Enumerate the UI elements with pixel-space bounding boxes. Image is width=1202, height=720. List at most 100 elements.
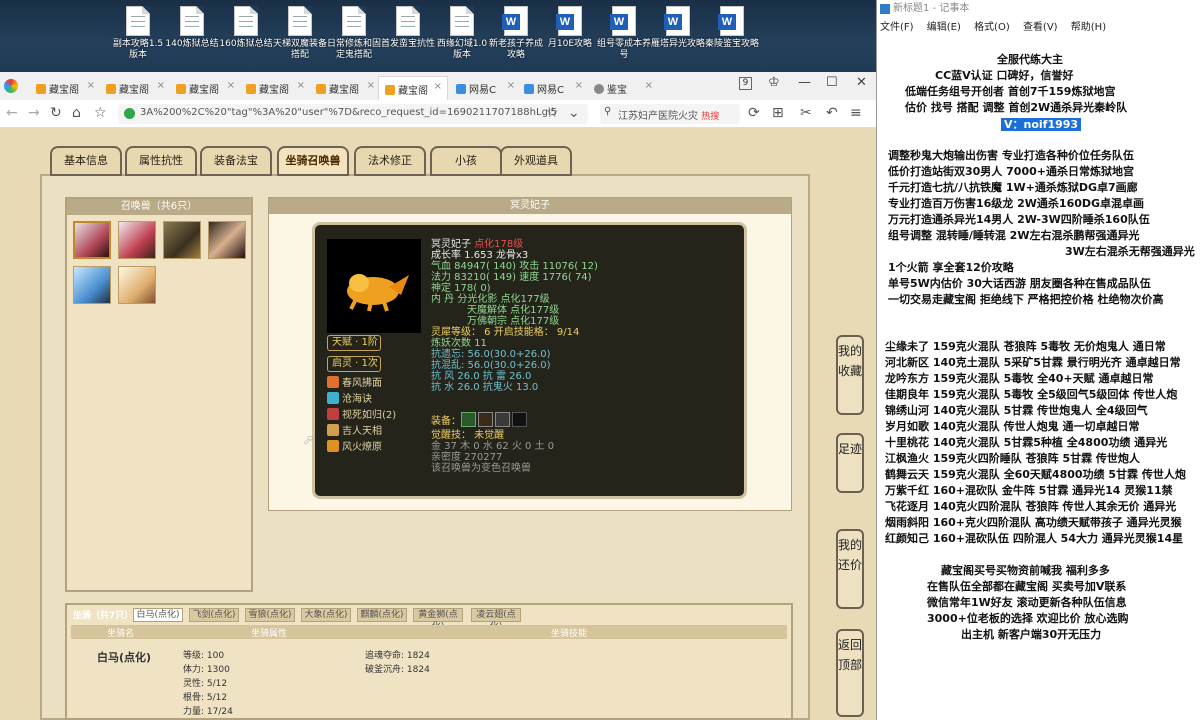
hamburger-menu-icon[interactable]: ≡ [850, 105, 862, 121]
desktop-file-12[interactable]: W 秦陵鉴宝攻略 [705, 6, 759, 50]
browser-tab[interactable]: 藏宝阁 × [100, 76, 170, 100]
desktop-file-9[interactable]: W 月10E攻略 [543, 6, 597, 50]
close-tab-icon[interactable]: × [507, 80, 515, 91]
menu-edit[interactable]: 编辑(E) [927, 22, 961, 33]
undo-icon[interactable]: ↶ [826, 105, 838, 121]
talent-badge[interactable]: 天赋 · 1阶 [327, 335, 381, 351]
text-file-icon [234, 6, 258, 36]
home-icon[interactable]: ⌂ [72, 105, 81, 121]
mount-tab-1[interactable]: 白马(点化) [133, 608, 183, 622]
browser-tab[interactable]: 网易C × [450, 76, 520, 100]
mount-tab-5[interactable]: 麒麟(点化) [357, 608, 407, 622]
close-tab-icon[interactable]: × [575, 80, 583, 91]
browser-tab[interactable]: 网易C × [518, 76, 588, 100]
mount-skill-1: 追魂夺命: 1824 [365, 651, 430, 661]
close-window-icon[interactable]: ✕ [856, 75, 867, 90]
close-tab-icon[interactable]: × [434, 81, 442, 92]
my-favorites-button[interactable]: 我的收藏 [836, 335, 864, 415]
mount-tab-3[interactable]: 雪狼(点化) [245, 608, 295, 622]
summon-slot-1[interactable] [73, 221, 111, 259]
tab-count-badge[interactable]: 9 [739, 77, 752, 90]
summon-slot-3[interactable] [163, 221, 201, 259]
desktop-file-11[interactable]: W 雁塔异光攻略 [651, 6, 705, 50]
desktop-file-3[interactable]: 160炼狱总结 [219, 6, 273, 50]
my-bargain-button[interactable]: 我的还价 [836, 529, 864, 609]
summon-slot-4[interactable] [208, 221, 246, 259]
menu-help[interactable]: 帮助(H) [1071, 22, 1106, 33]
pet-resist-3: 抗 风 26.0 抗 雷 26.0 [431, 371, 532, 382]
mount-tab-6[interactable]: 黄金狮(点化) [413, 608, 463, 632]
browser-tab[interactable]: 藏宝阁 × [30, 76, 100, 100]
browser-tab[interactable]: 鉴宝 × [588, 76, 658, 100]
refresh-cycle-icon[interactable]: ⟳ [748, 105, 760, 121]
desktop-file-6[interactable]: 首发蛮宝抗性 [381, 6, 435, 50]
tab-attributes[interactable]: 属性抗性 [125, 146, 197, 176]
team-listing: 龙吟东方 159克火混队 5毒牧 全40+天赋 通卓越日常 [885, 372, 1154, 385]
menu-view[interactable]: 查看(V) [1023, 22, 1058, 33]
tab-appearance[interactable]: 外观道具 [500, 146, 572, 176]
menu-grid-icon[interactable]: ⊞ [772, 105, 784, 121]
summon-slot-6[interactable] [118, 266, 156, 304]
maximize-icon[interactable]: ☐ [826, 75, 838, 90]
notepad-window: 新标题1 - 记事本 文件(F) 编辑(E) 格式(O) 查看(V) 帮助(H)… [876, 0, 1202, 720]
close-tab-icon[interactable]: × [157, 80, 165, 91]
star-icon[interactable]: ☆ [546, 105, 559, 121]
tab-spell-mod[interactable]: 法术修正 [354, 146, 426, 176]
skill-5[interactable]: 风火燎原 [327, 440, 382, 454]
skill-3[interactable]: 视死如归(2) [327, 408, 396, 422]
desktop-file-7[interactable]: 西缘幻域1.0版本 [435, 6, 489, 61]
back-to-top-button[interactable]: 返回顶部 [836, 629, 864, 717]
skill-4[interactable]: 吉人天相 [327, 424, 382, 438]
close-tab-icon[interactable]: × [645, 80, 653, 91]
summon-slot-2[interactable] [118, 221, 156, 259]
bookmark-icon[interactable]: ☆ [94, 105, 107, 121]
desktop-file-8[interactable]: W 新老孩子养成攻略 [489, 6, 543, 61]
desktop-file-1[interactable]: 副本攻略1.5版本 [111, 6, 165, 61]
browser-logo-icon[interactable] [4, 79, 18, 93]
browser-tab[interactable]: 藏宝阁 × [240, 76, 310, 100]
menu-format[interactable]: 格式(O) [974, 22, 1010, 33]
qiling-badge[interactable]: 启灵 · 1次 [327, 356, 381, 372]
tab-child[interactable]: 小孩 [430, 146, 502, 176]
url-input[interactable]: 3A%200%2C%20"tag"%3A%20"user"%7D&reco_re… [118, 104, 588, 124]
tab-basic-info[interactable]: 基本信息 [50, 146, 122, 176]
search-input[interactable]: ⚲ 江苏妇产医院火灾 热搜 [600, 104, 740, 124]
back-icon[interactable]: ← [6, 105, 18, 121]
skill-2[interactable]: 沧海诀 [327, 392, 372, 406]
scissors-icon[interactable]: ✂ [800, 105, 812, 121]
minimize-icon[interactable]: — [798, 75, 811, 90]
summon-slot-5[interactable] [73, 266, 111, 304]
equip-slot-4[interactable] [512, 412, 527, 427]
close-tab-icon[interactable]: × [367, 80, 375, 91]
equip-slot-3[interactable] [495, 412, 510, 427]
chevron-down-icon[interactable]: ⌄ [568, 105, 580, 121]
skill-wind-fire-icon [327, 440, 339, 452]
equip-slot-1[interactable] [461, 412, 476, 427]
menu-file[interactable]: 文件(F) [880, 22, 914, 33]
reload-icon[interactable]: ↻ [50, 105, 62, 121]
notepad-text-area[interactable]: 全服代练大主 CC蓝V认证 口碑好，信誉好 低端任务组号开创者 首创7千159炼… [877, 38, 1202, 720]
shirt-icon[interactable]: ♔ [768, 75, 780, 90]
close-tab-icon[interactable]: × [227, 80, 235, 91]
mount-tab-2[interactable]: 飞剑(点化) [189, 608, 239, 622]
desktop-file-5[interactable]: 日常修炼和固定鬼搭配 [327, 6, 381, 61]
equip-slot-2[interactable] [478, 412, 493, 427]
close-tab-icon[interactable]: × [297, 80, 305, 91]
browser-tab-bar: 藏宝阁 × 藏宝阁 × 藏宝阁 × 藏宝阁 × 藏宝阁 × 藏宝阁 × 网易C × 网易C × … [0, 72, 876, 100]
footprint-button[interactable]: 足迹 [836, 433, 864, 493]
browser-tab[interactable]: 藏宝阁 × [170, 76, 240, 100]
skill-1[interactable]: 春风拂面 [327, 376, 382, 390]
forward-icon[interactable]: → [28, 105, 40, 121]
desktop-file-10[interactable]: W 组号零成本养号 [597, 6, 651, 61]
browser-tab[interactable]: 藏宝阁 × [310, 76, 380, 100]
close-tab-icon[interactable]: × [87, 80, 95, 91]
mount-tab-7[interactable]: 凌云翅(点化) [471, 608, 521, 632]
desktop-file-2[interactable]: 140炼狱总结 [165, 6, 219, 50]
tab-mount-summon[interactable]: 坐骑召唤兽 [277, 146, 349, 176]
mount-skill-2: 破釜沉舟: 1824 [365, 665, 430, 675]
mount-tab-4[interactable]: 大象(点化) [301, 608, 351, 622]
tab-equipment[interactable]: 装备法宝 [200, 146, 272, 176]
pet-mp-speed: 法力 83210( 149) 速度 1776( 74) [431, 272, 592, 283]
browser-tab-active[interactable]: 藏宝阁 × [378, 76, 448, 100]
desktop-file-4[interactable]: 天梯双魔装备搭配 [273, 6, 327, 61]
